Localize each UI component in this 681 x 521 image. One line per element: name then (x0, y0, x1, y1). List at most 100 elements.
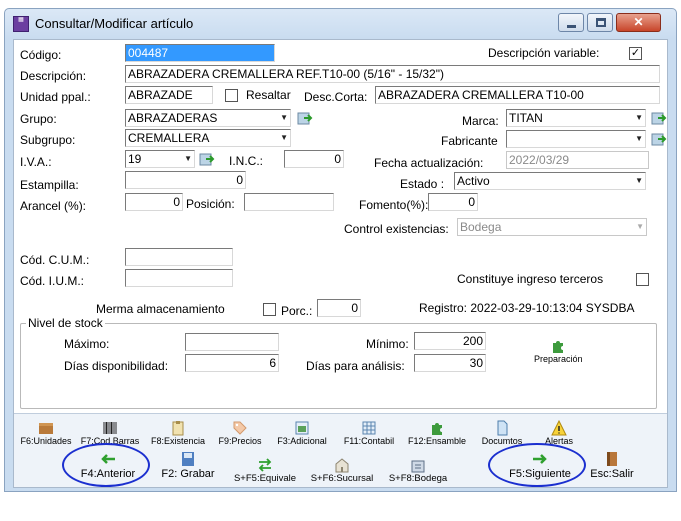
anterior-highlight-circle (62, 443, 150, 487)
posicion-field[interactable] (244, 193, 334, 211)
preparacion-button[interactable]: Preparación (534, 338, 583, 364)
grupo-value: ABRAZADERAS (128, 111, 218, 125)
arancel-field[interactable]: 0 (125, 193, 183, 211)
dias-analisis-field[interactable]: 30 (414, 354, 486, 372)
existencia-button[interactable]: F8:Existencia (147, 420, 209, 446)
grabar-button[interactable]: F2: Grabar (153, 452, 223, 480)
subgrupo-value: CREMALLERA (128, 131, 210, 145)
iva-value: 19 (128, 152, 142, 166)
cod-cum-field[interactable] (125, 248, 233, 266)
estado-dropdown[interactable]: Activo ▼ (454, 172, 646, 190)
price-tag-icon (233, 421, 247, 435)
app-icon: ▦ (13, 16, 29, 32)
close-button[interactable]: ✕ (616, 13, 661, 32)
form-window-icon (295, 421, 309, 435)
posicion-label: Posición: (186, 197, 235, 211)
cod-ium-label: Cód. I.U.M.: (20, 274, 85, 288)
minimo-label: Mínimo: (366, 337, 409, 351)
fabricante-dropdown[interactable]: ▼ (506, 130, 646, 148)
estampilla-field[interactable]: 0 (125, 171, 246, 189)
clipboard-icon (172, 421, 184, 436)
descripcion-field[interactable]: ABRAZADERA CREMALLERA REF.T10-00 (5/16" … (125, 65, 660, 83)
maximize-icon (596, 18, 606, 27)
subgrupo-dropdown[interactable]: CREMALLERA ▼ (125, 129, 291, 147)
desc-corta-label: Desc.Corta: (304, 90, 368, 104)
ingreso-terceros-checkbox[interactable] (636, 273, 649, 286)
adicional-button[interactable]: F3:Adicional (270, 420, 334, 446)
marca-label: Marca: (462, 114, 499, 128)
subgrupo-label: Subgrupo: (20, 133, 76, 147)
merma-label: Merma almacenamiento (96, 302, 225, 316)
control-existencias-label: Control existencias: (344, 222, 449, 236)
maximo-label: Máximo: (64, 337, 110, 351)
window-title: Consultar/Modificar artículo (35, 16, 194, 31)
iva-dropdown[interactable]: 19 ▼ (125, 150, 195, 168)
exit-door-icon (607, 452, 617, 466)
ensamble-label: F12:Ensamble (407, 436, 467, 446)
minimize-icon (567, 25, 576, 28)
grupo-dropdown[interactable]: ABRAZADERAS ▼ (125, 109, 291, 127)
arancel-label: Arancel (%): (20, 199, 87, 213)
preparacion-label: Preparación (534, 354, 583, 364)
equivale-button[interactable]: S+F5:Equivale (228, 457, 302, 484)
desc-corta-field[interactable]: ABRAZADERA CREMALLERA T10-00 (375, 86, 660, 104)
grupo-search-icon[interactable] (297, 110, 313, 126)
codigo-label: Código: (20, 48, 62, 62)
minimize-button[interactable] (558, 13, 584, 32)
precios-button[interactable]: F9:Precios (213, 420, 267, 446)
contabil-button[interactable]: F11:Contabil (338, 420, 400, 446)
resaltar-label: Resaltar (246, 88, 291, 102)
close-icon: ✕ (633, 15, 644, 29)
fabricante-search-icon[interactable] (651, 131, 667, 147)
maximo-field[interactable] (185, 333, 279, 351)
estampilla-label: Estampilla: (20, 178, 79, 192)
salir-button[interactable]: Esc:Salir (583, 452, 641, 480)
unidades-button[interactable]: F6:Unidades (17, 420, 75, 446)
fecha-actualizacion-label: Fecha actualización: (374, 156, 484, 170)
grupo-label: Grupo: (20, 112, 57, 126)
cod-ium-field[interactable] (125, 269, 233, 287)
puzzle-icon (553, 341, 564, 353)
unidad-field[interactable]: ABRAZADE (125, 86, 213, 104)
dias-disponibilidad-field[interactable]: 6 (185, 354, 279, 372)
barcode-icon (103, 422, 117, 434)
porc-field[interactable]: 0 (317, 299, 361, 317)
unidades-label: F6:Unidades (20, 436, 72, 446)
control-existencias-value: Bodega (460, 220, 502, 234)
save-icon (182, 452, 194, 466)
precios-label: F9:Precios (218, 436, 262, 446)
chevron-down-icon: ▼ (280, 113, 288, 122)
unidad-label: Unidad ppal.: (20, 90, 91, 104)
inc-field[interactable]: 0 (284, 150, 344, 168)
documentos-button[interactable]: Documtos (475, 420, 529, 446)
salir-label: Esc:Salir (590, 468, 634, 480)
bodega-button[interactable]: S+F8:Bodega (383, 457, 453, 484)
marca-search-icon[interactable] (651, 110, 667, 126)
descripcion-variable-checkbox[interactable]: ✓ (629, 47, 642, 60)
estado-label: Estado : (400, 177, 445, 191)
warning-icon (551, 420, 567, 436)
minimo-field[interactable]: 200 (414, 332, 486, 350)
merma-checkbox[interactable] (263, 303, 276, 316)
alertas-button[interactable]: Alertas (535, 420, 583, 446)
sucursal-button[interactable]: S+F6:Sucursal (306, 457, 378, 484)
puzzle-icon (432, 423, 442, 435)
resaltar-checkbox[interactable] (225, 89, 238, 102)
fomento-field[interactable]: 0 (428, 193, 478, 211)
control-existencias-dropdown: Bodega ▼ (457, 218, 647, 236)
fabricante-label: Fabricante (441, 134, 498, 148)
iva-search-icon[interactable] (199, 151, 215, 167)
box-icon (39, 423, 53, 434)
title-bar[interactable]: ▦ Consultar/Modificar artículo ✕ (5, 9, 676, 39)
marca-dropdown[interactable]: TITAN ▼ (506, 109, 646, 127)
codigo-field[interactable]: 004487 (125, 44, 275, 62)
maximize-button[interactable] (587, 13, 613, 32)
siguiente-highlight-circle (488, 443, 586, 487)
chevron-down-icon: ▼ (184, 154, 192, 163)
sucursal-label: S+F6:Sucursal (310, 473, 374, 484)
document-icon (497, 420, 508, 436)
fomento-label: Fomento(%): (359, 198, 429, 212)
marca-value: TITAN (509, 111, 543, 125)
ensamble-button[interactable]: F12:Ensamble (404, 420, 470, 446)
building-icon (335, 458, 349, 473)
